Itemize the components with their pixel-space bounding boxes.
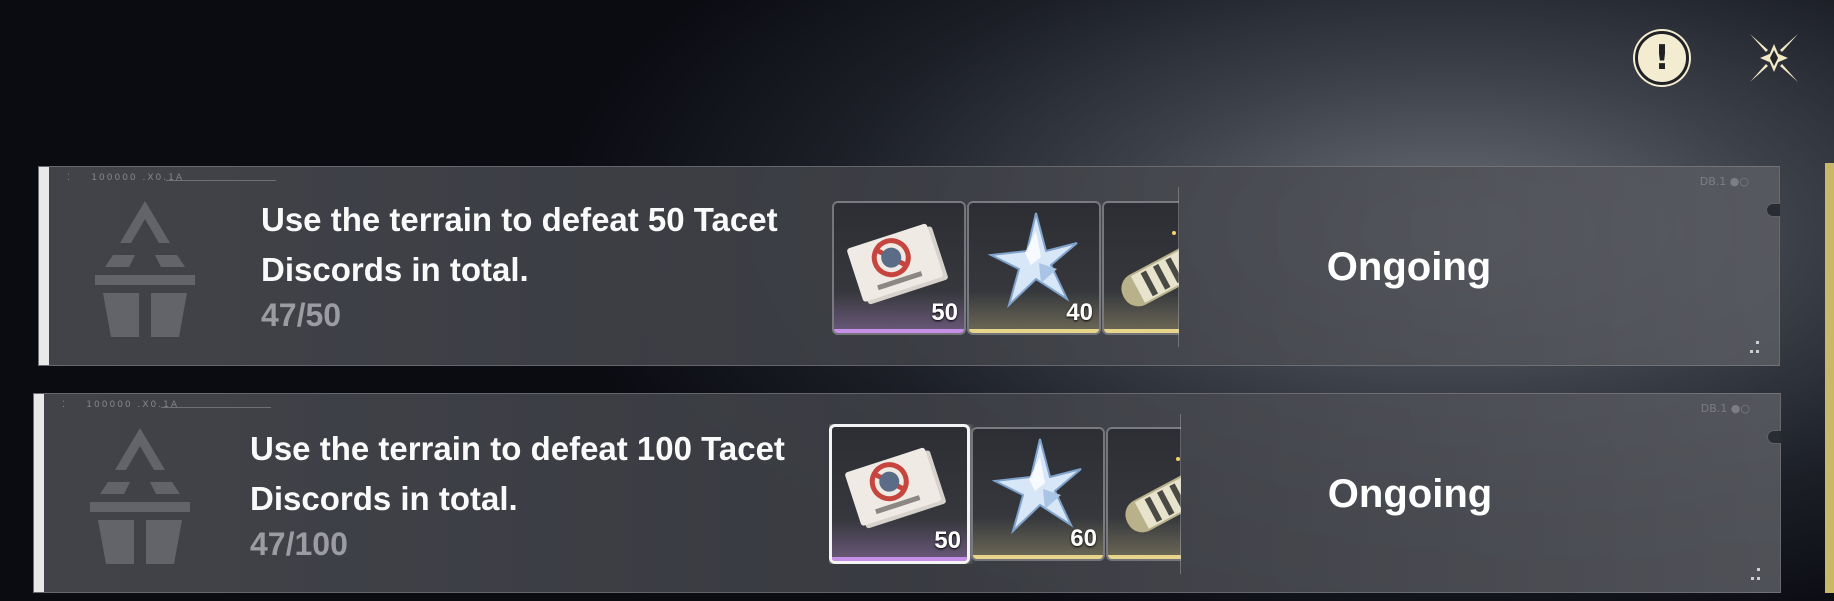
close-button[interactable]	[1744, 28, 1804, 88]
decorative-code: ⁚ 100000 .X0.1A	[67, 173, 185, 183]
rarity-bar	[834, 329, 964, 333]
capsule-icon	[1121, 231, 1179, 307]
decorative-code: ⁚ 100000 .X0.1A	[62, 400, 180, 410]
reward-list: 50 60	[829, 424, 1181, 564]
quest-progress: 47/100	[250, 526, 348, 562]
card-notch	[1767, 430, 1781, 444]
card-accent-bar	[39, 167, 49, 365]
corner-decoration	[1748, 568, 1760, 580]
rarity-bar	[1108, 555, 1181, 559]
divider	[1180, 414, 1181, 574]
quest-card[interactable]: ⁚ 100000 .X0.1A DB.1 ●○ Use the terrain …	[38, 166, 1780, 366]
rarity-bar	[1104, 329, 1179, 333]
quest-emblem-icon	[90, 428, 190, 564]
info-button[interactable]: !	[1632, 28, 1692, 88]
reward-item[interactable]	[1102, 201, 1179, 335]
decorative-code-right: DB.1 ●○	[1700, 402, 1750, 415]
divider	[1178, 187, 1179, 347]
card-notch	[1766, 203, 1780, 217]
quest-card[interactable]: ⁚ 100000 .X0.1A DB.1 ●○ Use the terrain …	[33, 393, 1781, 593]
reward-item[interactable]: 40	[967, 201, 1101, 335]
capsule-icon	[1125, 457, 1181, 533]
reward-item[interactable]: 50	[829, 424, 970, 564]
top-actions: !	[1632, 28, 1804, 88]
reward-item[interactable]: 60	[971, 427, 1105, 561]
reward-quantity: 50	[934, 527, 961, 554]
card-accent-bar	[34, 394, 44, 592]
reward-quantity: 40	[1066, 299, 1093, 326]
rarity-bar	[973, 555, 1103, 559]
quest-info: Use the terrain to defeat 100 Tacet Disc…	[250, 424, 810, 562]
corner-decoration	[1747, 341, 1759, 353]
close-x-icon	[1750, 34, 1798, 82]
quest-status: Ongoing	[1326, 244, 1492, 289]
reward-quantity: 50	[931, 299, 958, 326]
rarity-bar	[832, 557, 967, 561]
reward-item[interactable]: 50	[832, 201, 966, 335]
decorative-line	[166, 180, 276, 181]
decorative-line	[161, 407, 271, 408]
quest-list: ⁚ 100000 .X0.1A DB.1 ●○ Use the terrain …	[33, 166, 1781, 601]
rarity-bar	[969, 329, 1099, 333]
decorative-code-right: DB.1 ●○	[1699, 175, 1749, 188]
reward-item[interactable]	[1106, 427, 1181, 561]
quest-title: Use the terrain to defeat 100 Tacet Disc…	[250, 430, 785, 517]
quest-progress: 47/50	[261, 297, 342, 333]
reward-list: 50 40	[832, 201, 1179, 335]
quest-status: Ongoing	[1327, 471, 1493, 516]
reward-quantity: 60	[1070, 525, 1097, 552]
scroll-rail[interactable]	[1825, 163, 1834, 593]
quest-emblem-icon	[95, 201, 195, 337]
quest-info: Use the terrain to defeat 50 Tacet Disco…	[261, 195, 821, 333]
exclamation-circle-icon: !	[1635, 31, 1689, 85]
quest-title: Use the terrain to defeat 50 Tacet Disco…	[261, 201, 778, 288]
